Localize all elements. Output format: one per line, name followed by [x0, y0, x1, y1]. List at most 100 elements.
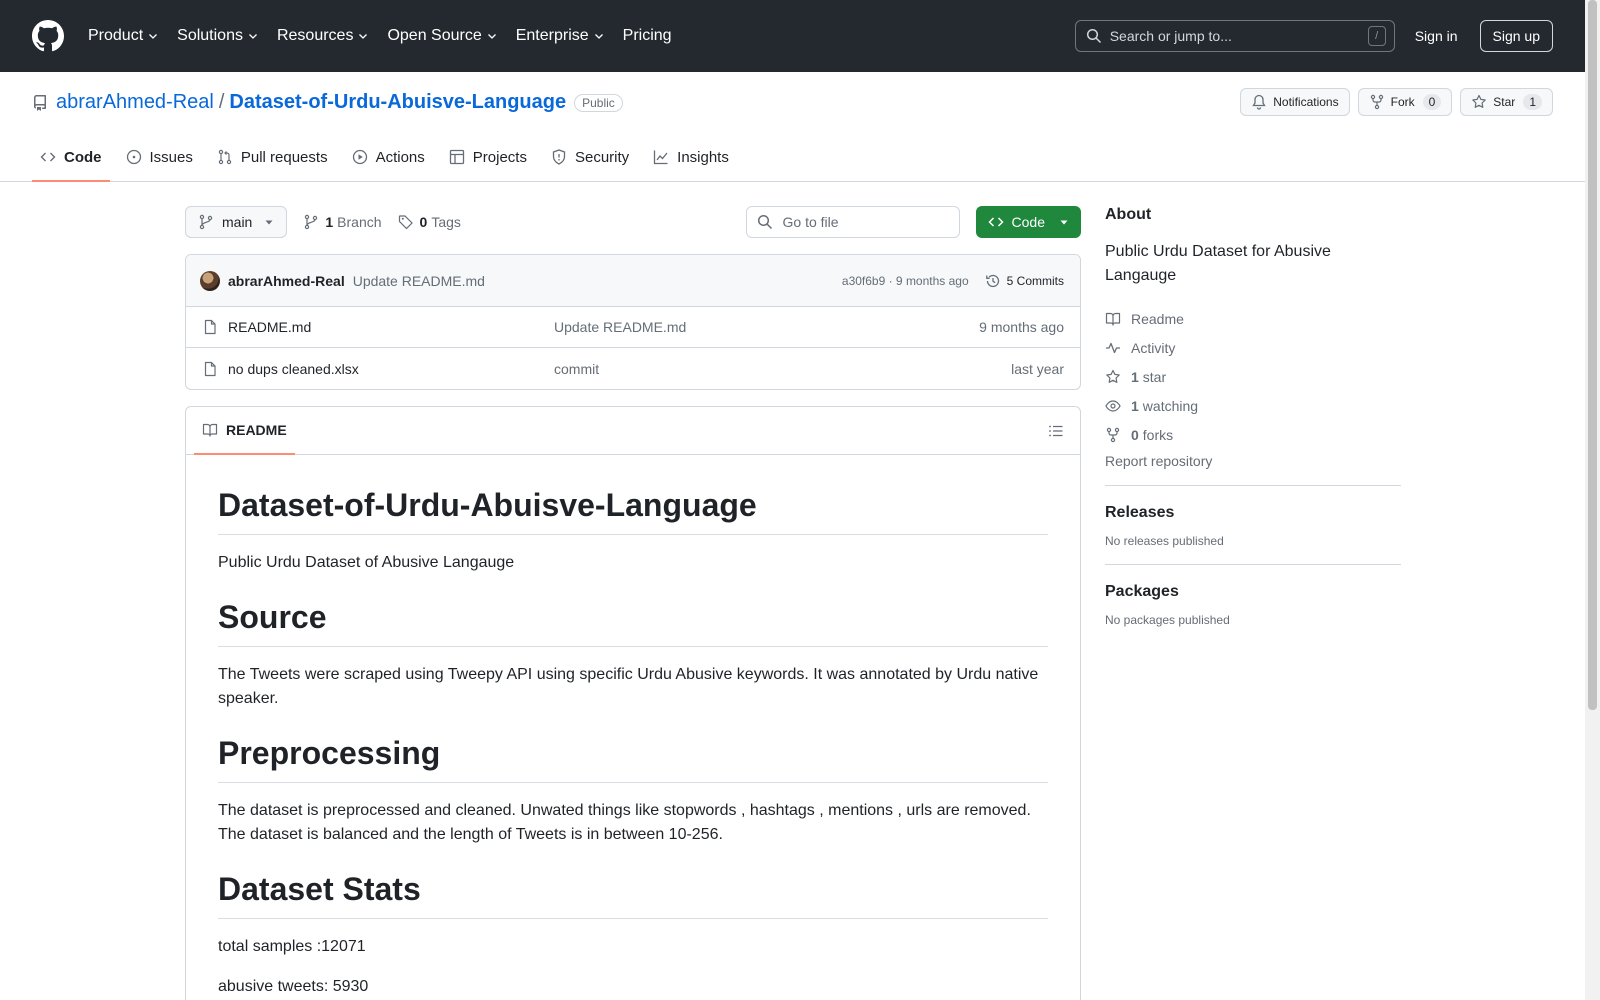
page-scrollbar[interactable]: [1585, 0, 1600, 1000]
eye-icon: [1105, 399, 1121, 412]
branches-link[interactable]: 1 Branch: [303, 214, 382, 230]
forks-link[interactable]: 0 forks: [1105, 420, 1401, 449]
go-to-file-input[interactable]: Go to file: [745, 206, 960, 238]
search-shortcut-key: /: [1367, 26, 1386, 46]
readme-link-label: Readme: [1131, 310, 1184, 327]
readme-tab-label: README: [226, 421, 287, 438]
caret-down-icon: [1060, 220, 1068, 225]
play-icon: [352, 149, 367, 165]
about-description: Public Urdu Dataset for Abusive Langauge: [1105, 243, 1331, 284]
code-dropdown-button[interactable]: Code: [975, 206, 1081, 238]
tab-label: Security: [574, 148, 630, 166]
scrollbar-thumb[interactable]: [1588, 0, 1597, 710]
search-icon: [757, 214, 772, 230]
latest-commit-row: abrarAhmed-Real Update README.md a30f6b9…: [186, 255, 1080, 307]
search-placeholder: Search or jump to...: [1109, 28, 1232, 44]
nav-label: Open Source: [387, 27, 482, 44]
nav-solutions[interactable]: Solutions: [177, 27, 259, 45]
commit-meta[interactable]: a30f6b9 · 9 months ago: [842, 274, 969, 288]
tab-actions[interactable]: Actions: [344, 134, 433, 182]
repo-icon: [33, 94, 46, 111]
branch-selector[interactable]: main: [185, 206, 288, 238]
about-heading: About: [1105, 206, 1152, 223]
list-outline-icon[interactable]: [1048, 423, 1064, 439]
readme-heading-source: Source: [218, 599, 1048, 647]
file-date: last year: [1011, 360, 1064, 377]
global-search-input[interactable]: Search or jump to... /: [1074, 20, 1395, 52]
repo-title: abrarAhmed-Real / Dataset-of-Urdu-Abuisv…: [32, 91, 623, 114]
main-content: main 1 Branch 0 Tags Go to file Code abrar…: [185, 206, 1081, 1000]
watchers-link[interactable]: 1 watching: [1105, 391, 1401, 420]
avatar[interactable]: [200, 270, 220, 291]
readme-content: Dataset-of-Urdu-Abuisve-Language Public …: [186, 455, 1080, 1000]
forks-label: forks: [1142, 426, 1174, 443]
readme-header: README: [186, 407, 1080, 455]
fork-label: Fork: [1390, 95, 1415, 109]
nav-label: Enterprise: [515, 27, 589, 44]
commits-count-label: 5 Commits: [1006, 273, 1064, 288]
repo-name-link[interactable]: Dataset-of-Urdu-Abuisve-Language: [229, 91, 566, 114]
stars-label: star: [1142, 368, 1167, 385]
header-actions: Search or jump to... / Sign in Sign up: [1074, 20, 1553, 52]
tab-projects[interactable]: Projects: [441, 134, 535, 182]
readme-link[interactable]: Readme: [1105, 304, 1401, 333]
shield-icon: [552, 149, 566, 165]
tab-code[interactable]: Code: [32, 134, 110, 182]
file-list: abrarAhmed-Real Update README.md a30f6b9…: [185, 254, 1081, 390]
code-icon: [40, 152, 56, 162]
repo-tabs: Code Issues Pull requests Actions Projec…: [32, 134, 745, 182]
tag-icon: [398, 215, 413, 230]
readme-panel: README Dataset-of-Urdu-Abuisve-Language …: [185, 406, 1081, 1000]
tab-insights[interactable]: Insights: [645, 134, 737, 182]
github-logo-icon[interactable]: [32, 20, 64, 52]
nav-label: Resources: [276, 27, 354, 44]
repo-actions: Notifications Fork 0 Star 1: [1232, 88, 1553, 116]
releases-heading[interactable]: Releases: [1105, 504, 1401, 522]
tab-issues[interactable]: Issues: [118, 134, 201, 182]
activity-link[interactable]: Activity: [1105, 333, 1401, 362]
chevron-down-icon: [594, 34, 603, 39]
branch-name: main: [222, 214, 253, 230]
file-commit-message[interactable]: Update README.md: [554, 319, 686, 335]
fork-button[interactable]: Fork 0: [1357, 88, 1453, 116]
top-nav: Product Solutions Resources Open Source …: [88, 27, 690, 45]
packages-heading[interactable]: Packages: [1105, 583, 1401, 601]
nav-label: Solutions: [177, 27, 243, 44]
tab-security[interactable]: Security: [543, 134, 637, 182]
notifications-button[interactable]: Notifications: [1240, 88, 1350, 116]
readme-intro: Public Urdu Dataset of Abusive Langauge: [218, 554, 515, 571]
report-repository-link[interactable]: Report repository: [1105, 453, 1401, 469]
star-button[interactable]: Star 1: [1460, 88, 1553, 116]
readme-preprocessing-text: The dataset is preprocessed and cleaned.…: [218, 802, 1031, 843]
fork-icon: [1370, 94, 1383, 110]
file-icon: [204, 319, 216, 335]
sign-in-link[interactable]: Sign in: [1415, 28, 1458, 44]
nav-open-source[interactable]: Open Source: [387, 27, 497, 45]
readme-tab[interactable]: README: [194, 407, 295, 455]
repo-owner-link[interactable]: abrarAhmed-Real: [56, 91, 214, 114]
nav-enterprise[interactable]: Enterprise: [516, 27, 605, 45]
commit-message[interactable]: Update README.md: [353, 273, 485, 289]
sign-up-button[interactable]: Sign up: [1479, 20, 1553, 52]
commit-author[interactable]: abrarAhmed-Real: [228, 273, 345, 289]
tab-pull-requests[interactable]: Pull requests: [209, 134, 336, 182]
nav-resources[interactable]: Resources: [277, 27, 369, 45]
repo-path-separator: /: [218, 91, 225, 113]
file-commit-message[interactable]: commit: [554, 361, 599, 377]
readme-stats-abusive: abusive tweets: 5930: [218, 978, 369, 995]
tags-link[interactable]: 0 Tags: [398, 214, 461, 230]
bell-icon: [1252, 94, 1266, 110]
readme-title: Dataset-of-Urdu-Abuisve-Language: [218, 487, 1048, 535]
packages-empty-text: No packages published: [1105, 613, 1230, 627]
visibility-badge: Public: [574, 93, 623, 112]
file-name-link[interactable]: README.md: [228, 319, 554, 335]
nav-product[interactable]: Product: [88, 27, 159, 45]
stars-link[interactable]: 1 star: [1105, 362, 1401, 391]
tab-label: Projects: [472, 148, 527, 166]
fork-icon: [1106, 427, 1120, 442]
activity-link-label: Activity: [1131, 339, 1176, 356]
git-branch-icon: [199, 214, 213, 230]
file-name-link[interactable]: no dups cleaned.xlsx: [228, 361, 554, 377]
nav-pricing[interactable]: Pricing: [623, 27, 672, 45]
commits-history-link[interactable]: 5 Commits: [985, 273, 1064, 289]
